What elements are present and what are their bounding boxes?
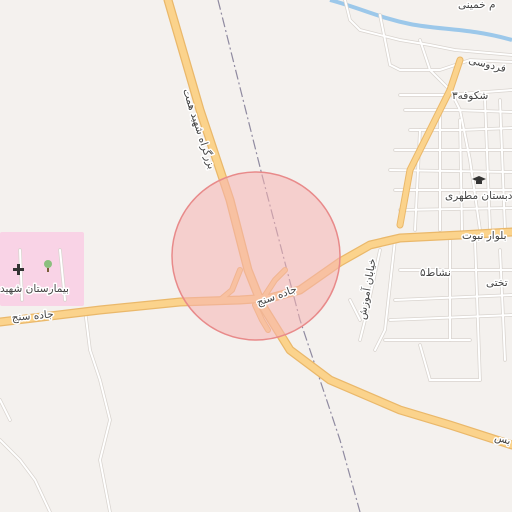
label-school: دبستان مطهری: [445, 190, 512, 202]
label-boulevard-noot: بلوار نبوت: [462, 230, 507, 242]
label-hospital: بیمارستان شهید: [0, 283, 69, 295]
label-shokoufeh3: شکوفه۳: [452, 90, 488, 102]
label-east-right: تختی: [486, 277, 508, 289]
selection-circle[interactable]: [171, 171, 341, 341]
label-nashat5: نشاط۵: [420, 267, 451, 279]
label-top-street: م خمینی: [458, 0, 496, 11]
map-canvas[interactable]: بزرگراه شهید همت جاده سنج جاده سنج بیمار…: [0, 0, 512, 512]
map-view[interactable]: بزرگراه شهید همت جاده سنج جاده سنج بیمار…: [0, 0, 512, 512]
